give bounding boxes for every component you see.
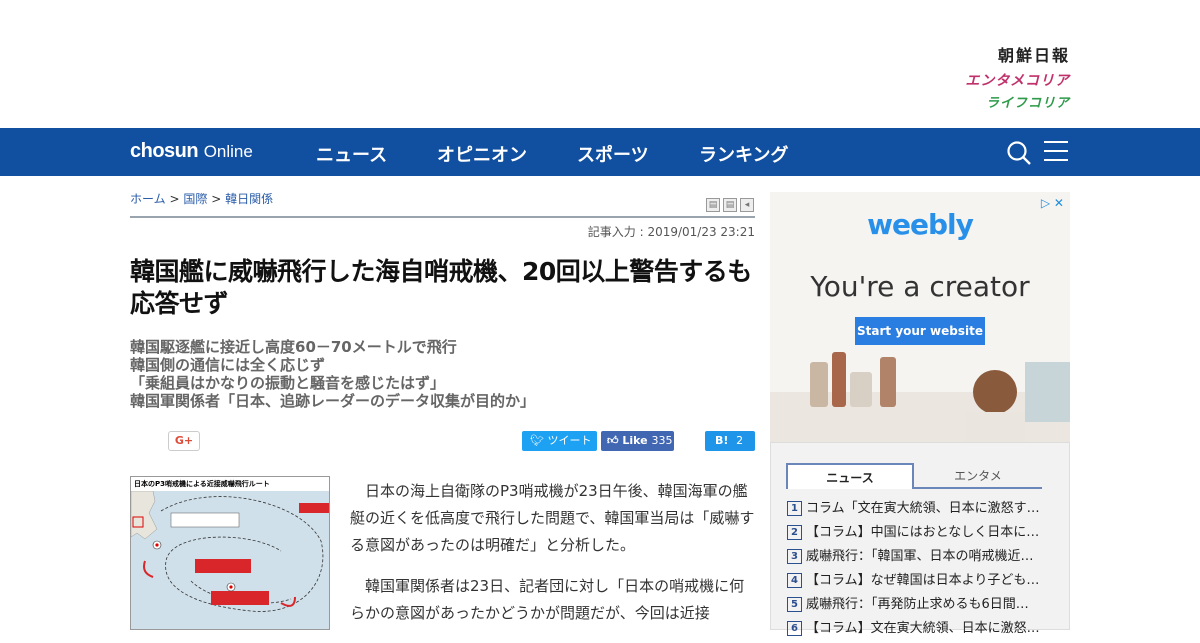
twitter-bird-icon: 🐦︎ — [530, 434, 544, 447]
ranking-box: ニュース エンタメ 1 コラム「文在寅大統領、日本に激怒す… 2 【コラム】中国には… — [770, 442, 1070, 636]
hatena-count: 2 — [736, 434, 744, 447]
paragraph: 韓国軍関係者は23日、記者団に対し「日本の哨戒機に何らかの意図があったかどうかが… — [350, 577, 745, 622]
list-item[interactable]: 6 【コラム】文在寅大統領、日本に激怒… — [787, 619, 1057, 643]
thumbs-up-icon: 👍︎ — [607, 434, 619, 447]
ad-cta-button[interactable]: Start your website — [855, 317, 985, 345]
subheading: 韓国駆逐艦に接近し高度60－70メートルで飛行 — [130, 338, 457, 356]
life-korea-logo[interactable]: ライフコリア — [965, 92, 1070, 111]
like-count: 335 — [651, 434, 673, 447]
hamburger-menu-icon[interactable] — [1044, 141, 1068, 163]
article-headline: 韓国艦に威嚇飛行した海自哨戒機、20回以上警告するも応答せず — [130, 257, 752, 318]
print-icon[interactable]: ▤ — [706, 198, 720, 212]
tab-news[interactable]: ニュース — [786, 463, 914, 489]
tweet-button[interactable]: 🐦︎ ツイート — [522, 431, 597, 451]
google-plus-share-button[interactable]: G+ — [168, 431, 200, 451]
list-item[interactable]: 2 【コラム】中国にはおとなしく日本に… — [787, 523, 1057, 547]
list-item[interactable]: 3 威嚇飛行：「韓国軍、日本の哨戒機近… — [787, 547, 1057, 571]
ad-logo: weebly — [867, 208, 974, 241]
list-item[interactable]: 1 コラム「文在寅大統領、日本に激怒す… — [787, 499, 1057, 523]
ad-tagline: You're a creator — [810, 270, 1030, 303]
flight-route-map[interactable]: 日本のP3哨戒機による近接威嚇飛行ルート — [130, 476, 330, 630]
subheading: 「乗組員はかなりの振動と騒音を感じたはず」 — [130, 374, 446, 392]
ranking-list: 1 コラム「文在寅大統領、日本に激怒す… 2 【コラム】中国にはおとなしく日本に… … — [787, 499, 1057, 643]
subheading: 韓国側の通信には全く応じず — [130, 356, 326, 374]
nav-item-opinion[interactable]: オピニオン — [437, 141, 527, 167]
ad-image — [770, 352, 1070, 442]
entame-korea-logo[interactable]: エンタメコリア — [965, 70, 1070, 90]
search-icon[interactable] — [1006, 140, 1032, 166]
list-item[interactable]: 4 【コラム】なぜ韓国は日本より子ども… — [787, 571, 1057, 595]
hatena-bookmark-button[interactable]: B! 2 — [705, 431, 755, 451]
nav-item-ranking[interactable]: ランキング — [699, 141, 788, 167]
tab-entame[interactable]: エンタメ — [914, 463, 1042, 489]
article-body: 日本の海上自衛隊のP3哨戒機が23日午後、韓国海軍の艦艇の近くを低高度で飛行した… — [350, 478, 755, 641]
article-date: 記事入力 : 2019/01/23 23:21 — [587, 225, 755, 239]
map-title: 日本のP3哨戒機による近接威嚇飛行ルート — [131, 477, 329, 491]
divider — [130, 216, 755, 218]
advertisement[interactable]: ▷ ✕ weebly You're a creator Start your w… — [770, 192, 1070, 442]
partner-logos: 朝鮮日報 エンタメコリア ライフコリア — [965, 42, 1070, 111]
list-item[interactable]: 5 威嚇飛行：「再発防止求めるも6日間… — [787, 595, 1057, 619]
chosun-online-logo[interactable]: chosun Online — [130, 140, 253, 163]
breadcrumb: ホーム > 国際 > 韓日関係 — [130, 192, 274, 206]
breadcrumb-category[interactable]: 国際 — [183, 192, 207, 206]
facebook-like-button[interactable]: 👍︎ Like 335 — [601, 431, 674, 451]
chosun-ilbo-logo[interactable]: 朝鮮日報 — [965, 42, 1070, 66]
breadcrumb-subcategory[interactable]: 韓日関係 — [225, 192, 273, 206]
back-icon[interactable]: ◂ — [740, 198, 754, 212]
subheading: 韓国軍関係者「日本、追跡レーダーのデータ収集が目的か」 — [130, 392, 536, 410]
nav-item-sports[interactable]: スポーツ — [577, 141, 649, 167]
article-tools: ▤ ▤ ◂ — [703, 192, 754, 212]
map-graphic — [131, 491, 329, 612]
paragraph: 日本の海上自衛隊のP3哨戒機が23日午後、韓国海軍の艦艇の近くを低高度で飛行した… — [350, 482, 755, 554]
article-subheadings: 韓国駆逐艦に接近し高度60－70メートルで飛行 韓国側の通信には全く応じず 「乗… — [130, 338, 755, 410]
breadcrumb-home[interactable]: ホーム — [130, 192, 166, 206]
nav-item-news[interactable]: ニュース — [316, 141, 387, 167]
text-size-icon[interactable]: ▤ — [723, 198, 737, 212]
